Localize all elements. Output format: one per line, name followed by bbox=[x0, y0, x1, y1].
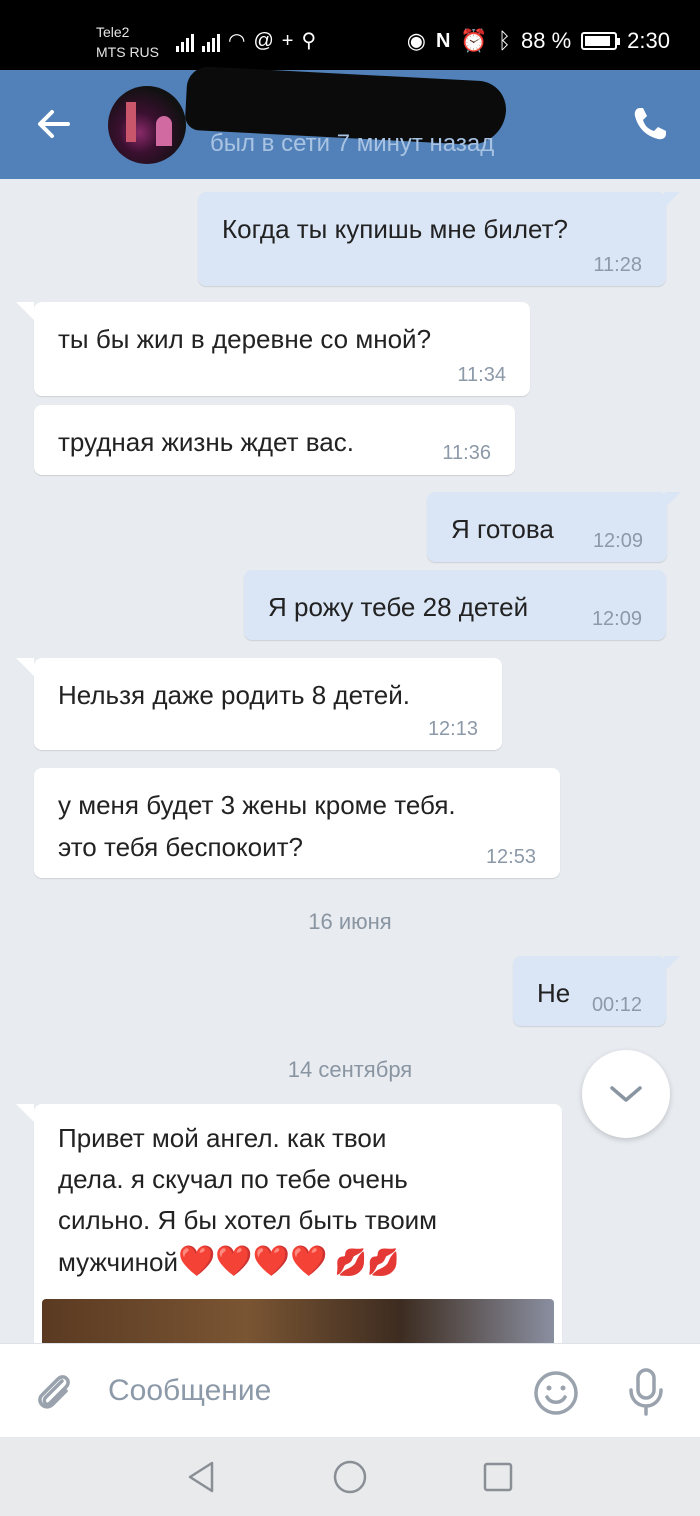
paperclip-icon bbox=[38, 1375, 70, 1409]
message-text: Я готова bbox=[451, 514, 554, 544]
message-list[interactable]: Когда ты купишь мне билет? 11:28 ты бы ж… bbox=[0, 179, 700, 1343]
phone-icon bbox=[634, 108, 666, 140]
emoji-button[interactable] bbox=[532, 1369, 580, 1417]
message-text: у меня будет 3 жены кроме тебя. это тебя… bbox=[58, 790, 456, 862]
message-bubble[interactable]: Не 00:12 bbox=[513, 956, 680, 1026]
date-separator: 16 июня bbox=[308, 909, 392, 934]
message-time: 12:09 bbox=[592, 530, 643, 552]
message-time: 00:12 bbox=[591, 994, 642, 1016]
nav-home-button[interactable] bbox=[330, 1457, 370, 1497]
message-time: 11:36 bbox=[442, 442, 491, 464]
bluetooth-icon: ᛒ bbox=[497, 28, 512, 53]
message-text: Привет мой ангел. как твои дела. я скуча… bbox=[58, 1118, 437, 1283]
scroll-down-button[interactable] bbox=[582, 1050, 670, 1138]
square-recents-icon bbox=[483, 1462, 513, 1492]
message-text: Я рожу тебе 28 детей bbox=[268, 592, 529, 622]
microphone-icon bbox=[629, 1368, 663, 1416]
bubble-tail bbox=[665, 492, 681, 508]
carrier-1: Tele2 bbox=[96, 24, 130, 40]
message-input[interactable] bbox=[108, 1366, 508, 1416]
carrier-2: MTS RUS bbox=[96, 44, 159, 60]
bubble-tail bbox=[16, 1104, 34, 1122]
carrier-info: Tele2 MTS RUS bbox=[96, 22, 159, 62]
contact-status: был в сети 7 минут назад bbox=[210, 130, 495, 157]
nfc-icon: N bbox=[435, 29, 451, 52]
message-text: Нельзя даже родить 8 детей. bbox=[58, 680, 411, 710]
battery-percent: 88 % bbox=[521, 28, 572, 53]
nav-back-button[interactable] bbox=[182, 1457, 222, 1497]
clock: 2:30 bbox=[627, 28, 670, 53]
signal-2-icon bbox=[202, 32, 220, 52]
message-time: 11:34 bbox=[457, 364, 506, 386]
circle-home-icon bbox=[333, 1460, 367, 1494]
status-icons-right: ◉ N ⏰ ᛒ 88 % 2:30 bbox=[407, 28, 670, 54]
bubble-tail bbox=[16, 302, 34, 320]
attach-button[interactable] bbox=[32, 1369, 78, 1415]
message-bubble[interactable]: Я готова 12:09 bbox=[427, 492, 681, 562]
avatar[interactable] bbox=[108, 86, 186, 164]
location-icon: ⚲ bbox=[301, 30, 317, 52]
message-time: 12:09 bbox=[591, 608, 642, 630]
chat-header: был в сети 7 минут назад bbox=[0, 65, 700, 179]
message-composer bbox=[0, 1343, 700, 1437]
hearts-emoji: ❤️❤️❤️❤️ bbox=[177, 1245, 328, 1278]
message-text: трудная жизнь ждет вас. bbox=[58, 427, 354, 457]
bubble-tail bbox=[16, 658, 34, 676]
call-button[interactable] bbox=[630, 104, 674, 148]
message-bubble[interactable]: у меня будет 3 жены кроме тебя. это тебя… bbox=[34, 768, 560, 878]
add-contact-icon: + bbox=[281, 30, 294, 52]
bubble-tail bbox=[664, 192, 680, 208]
message-time: 11:28 bbox=[593, 254, 642, 276]
triangle-back-icon bbox=[188, 1461, 214, 1493]
battery-icon bbox=[581, 32, 621, 50]
message-bubble[interactable]: Когда ты купишь мне билет? 11:28 bbox=[198, 192, 680, 286]
message-text: Когда ты купишь мне билет? bbox=[222, 214, 568, 244]
message-text: Не bbox=[537, 978, 571, 1008]
arrow-left-icon bbox=[38, 110, 70, 138]
message-time: 12:53 bbox=[485, 846, 536, 868]
status-bar: Tele2 MTS RUS ◠ @ + ⚲ ◉ N ⏰ ᛒ 88 % 2:30 bbox=[0, 0, 700, 70]
nav-recents-button[interactable] bbox=[478, 1457, 518, 1497]
message-bubble[interactable]: ты бы жил в деревне со мной? 11:34 bbox=[16, 302, 530, 396]
at-icon: @ bbox=[253, 30, 274, 52]
message-bubble[interactable]: трудная жизнь ждет вас. 11:36 bbox=[34, 405, 515, 475]
status-icons-left: ◠ @ + ⚲ bbox=[176, 30, 316, 52]
message-bubble[interactable]: Я рожу тебе 28 детей 12:09 bbox=[244, 570, 666, 640]
message-bubble[interactable]: Привет мой ангел. как твои дела. я скуча… bbox=[16, 1104, 562, 1343]
kiss-emoji: 💋💋 bbox=[334, 1247, 400, 1277]
message-bubble[interactable]: Нельзя даже родить 8 детей. 12:13 bbox=[16, 658, 502, 750]
back-button[interactable] bbox=[32, 102, 76, 146]
message-time: 12:13 bbox=[427, 718, 478, 740]
system-nav-bar bbox=[0, 1437, 700, 1516]
smiley-icon bbox=[534, 1371, 578, 1415]
alarm-icon: ⏰ bbox=[460, 28, 488, 53]
bubble-tail bbox=[664, 956, 680, 972]
message-image[interactable] bbox=[42, 1299, 554, 1343]
chevron-down-icon bbox=[610, 1086, 642, 1102]
message-text: ты бы жил в деревне со мной? bbox=[58, 324, 432, 354]
wifi-icon: ◠ bbox=[228, 30, 246, 52]
eye-icon: ◉ bbox=[406, 28, 426, 53]
voice-message-button[interactable] bbox=[624, 1366, 668, 1418]
signal-1-icon bbox=[176, 32, 194, 52]
